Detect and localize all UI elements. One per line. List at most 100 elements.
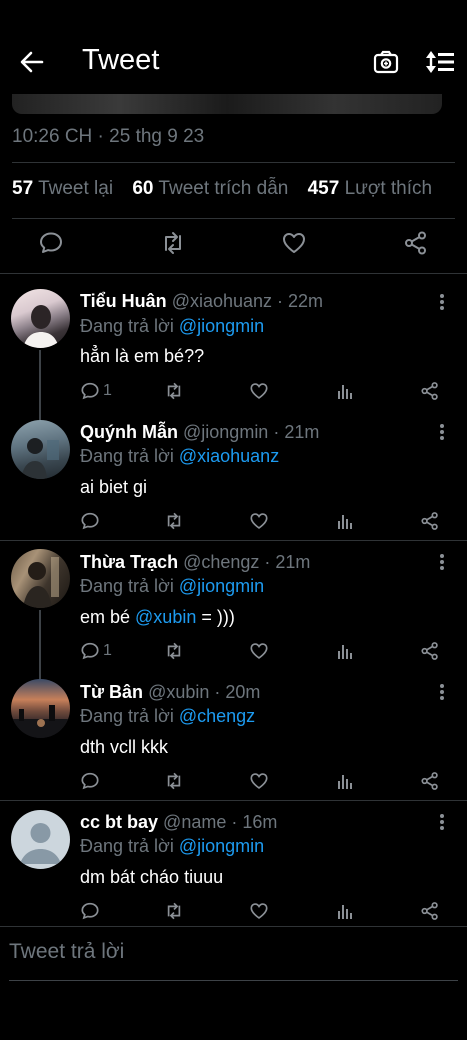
handle-time: @xubin · 20m [148, 682, 261, 702]
sort-icon[interactable] [424, 48, 456, 76]
retweet-icon[interactable] [164, 771, 184, 791]
quote-stat[interactable]: 60 Tweet trích dẫn [132, 178, 288, 199]
reply-tweet[interactable]: cc bt bay @name · 16m Đang trả lời @jion… [0, 808, 467, 923]
retweet-stat[interactable]: 57 Tweet lại [12, 178, 113, 199]
replying-to: Đang trả lời @jiongmin [80, 836, 265, 856]
comment-icon[interactable] [80, 771, 100, 791]
mention-link[interactable]: @xiaohuanz [179, 446, 279, 466]
more-icon[interactable] [440, 554, 446, 570]
retweet-icon[interactable] [164, 641, 184, 661]
comment-icon[interactable] [80, 641, 100, 661]
reply-header: Thừa Trạch @chengz · 21m [80, 552, 310, 573]
tweet-timestamp: 10:26 CH · 25 thg 9 23 [12, 126, 205, 147]
share-icon[interactable] [420, 901, 440, 921]
retweet-icon[interactable] [164, 511, 184, 531]
display-name[interactable]: Từ Bân [80, 682, 143, 702]
analytics-icon[interactable] [335, 901, 355, 921]
more-icon[interactable] [440, 684, 446, 700]
reply-text: dth vcll kkk [80, 737, 169, 757]
reply-actions [0, 511, 467, 531]
reply-header: cc bt bay @name · 16m [80, 812, 277, 833]
comment-icon[interactable] [80, 511, 100, 531]
share-icon[interactable] [403, 230, 429, 256]
analytics-icon[interactable] [335, 641, 355, 661]
reply-text: dm bát cháo tiuuu [80, 867, 224, 887]
analytics-icon[interactable] [335, 771, 355, 791]
mention-link[interactable]: @chengz [179, 706, 255, 726]
share-icon[interactable] [420, 771, 440, 791]
avatar[interactable] [11, 289, 70, 348]
more-icon[interactable] [440, 294, 446, 310]
mention-link[interactable]: @jiongmin [179, 316, 264, 336]
reply-tweet[interactable]: Tiểu Huân @xiaohuanz · 22m Đang trả lời … [0, 288, 467, 422]
reply-text: hẳn là em bé?? [80, 346, 205, 366]
tweet-actions [0, 230, 467, 260]
replying-to: Đang trả lời @jiongmin [80, 576, 265, 596]
retweet-icon[interactable] [164, 381, 184, 401]
display-name[interactable]: Thừa Trạch [80, 552, 178, 572]
handle-time: @xiaohuanz · 22m [171, 291, 324, 311]
divider [0, 273, 467, 274]
reply-text: ai biet gi [80, 477, 148, 497]
reply-tweet[interactable]: Từ Bân @xubin · 20m Đang trả lời @chengz… [0, 678, 467, 793]
comment-icon[interactable] [80, 381, 100, 401]
reply-header: Quýnh Mẫn @jiongmin · 21m [80, 422, 319, 443]
avatar[interactable] [11, 549, 70, 608]
replying-to: Đang trả lời @xiaohuanz [80, 446, 280, 466]
back-arrow-icon[interactable] [18, 48, 46, 76]
like-icon[interactable] [249, 901, 269, 921]
avatar[interactable] [11, 810, 70, 869]
divider [0, 540, 467, 541]
reply-text: em bé @xubin = ))) [80, 607, 235, 627]
reply-actions [0, 901, 467, 921]
reply-tweet[interactable]: Thừa Trạch @chengz · 21m Đang trả lời @j… [0, 548, 467, 682]
tweet-stats: 57 Tweet lại 60 Tweet trích dẫn 457 Lượt… [12, 178, 432, 200]
reply-header: Tiểu Huân @xiaohuanz · 22m [80, 291, 323, 312]
avatar[interactable] [11, 420, 70, 479]
reply-actions [0, 771, 467, 791]
reply-actions: 1 [0, 641, 467, 661]
camera-icon[interactable] [372, 48, 400, 76]
share-icon[interactable] [420, 511, 440, 531]
top-app-bar: Tweet [0, 30, 467, 94]
analytics-icon[interactable] [335, 511, 355, 531]
like-stat[interactable]: 457 Lượt thích [308, 178, 432, 199]
like-icon[interactable] [249, 381, 269, 401]
more-icon[interactable] [440, 424, 446, 440]
reply-compose-input[interactable]: Tweet trả lời [9, 940, 124, 964]
like-icon[interactable] [249, 771, 269, 791]
mention-link[interactable]: @jiongmin [179, 576, 264, 596]
like-icon[interactable] [249, 641, 269, 661]
reply-count: 1 [103, 642, 112, 659]
divider [12, 218, 455, 219]
retweet-icon[interactable] [164, 901, 184, 921]
tweet-media-bottom[interactable] [12, 94, 442, 114]
divider [0, 800, 467, 801]
like-icon[interactable] [281, 230, 307, 256]
reply-tweet[interactable]: Quýnh Mẫn @jiongmin · 21m Đang trả lời @… [0, 418, 467, 533]
handle-time: @name · 16m [163, 812, 278, 832]
divider [0, 926, 467, 927]
display-name[interactable]: cc bt bay [80, 812, 158, 832]
comment-icon[interactable] [38, 230, 64, 256]
mention-link[interactable]: @xubin [135, 607, 196, 627]
mention-link[interactable]: @jiongmin [179, 836, 264, 856]
replying-to: Đang trả lời @jiongmin [80, 316, 265, 336]
replying-to: Đang trả lời @chengz [80, 706, 256, 726]
analytics-icon[interactable] [335, 381, 355, 401]
divider [12, 162, 455, 163]
display-name[interactable]: Tiểu Huân [80, 291, 167, 311]
retweet-icon[interactable] [160, 230, 186, 256]
avatar[interactable] [11, 679, 70, 738]
share-icon[interactable] [420, 381, 440, 401]
like-icon[interactable] [249, 511, 269, 531]
comment-icon[interactable] [80, 901, 100, 921]
display-name[interactable]: Quýnh Mẫn [80, 422, 178, 442]
reply-header: Từ Bân @xubin · 20m [80, 682, 260, 703]
more-icon[interactable] [440, 814, 446, 830]
reply-actions: 1 [0, 381, 467, 401]
handle-time: @chengz · 21m [183, 552, 311, 572]
compose-underline [9, 980, 458, 981]
handle-time: @jiongmin · 21m [183, 422, 320, 442]
share-icon[interactable] [420, 641, 440, 661]
